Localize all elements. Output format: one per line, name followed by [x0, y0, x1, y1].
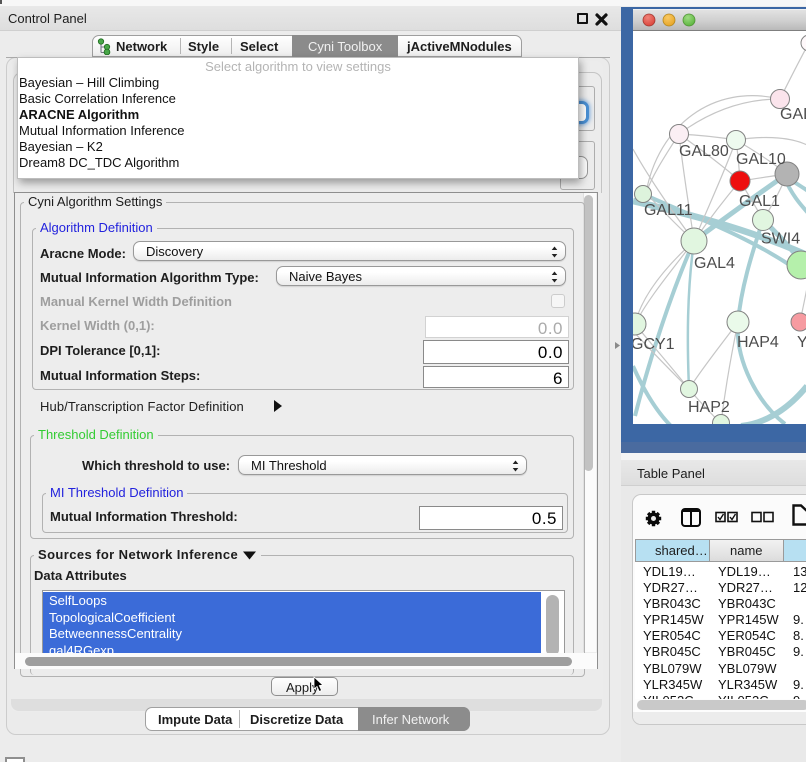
svg-text:GAL7: GAL7	[780, 106, 806, 123]
svg-text:GAL10: GAL10	[736, 151, 786, 168]
svg-text:SWI4: SWI4	[761, 231, 800, 248]
svg-text:HAP4: HAP4	[737, 334, 779, 351]
svg-text:GAL80: GAL80	[679, 143, 729, 160]
svg-text:GAL4: GAL4	[694, 255, 735, 272]
svg-text:HAP2: HAP2	[688, 399, 730, 416]
svg-text:GAL1: GAL1	[739, 193, 780, 210]
svg-text:GCY1: GCY1	[633, 336, 675, 353]
svg-text:GAL11: GAL11	[644, 202, 693, 219]
svg-text:YM: YM	[797, 334, 806, 351]
